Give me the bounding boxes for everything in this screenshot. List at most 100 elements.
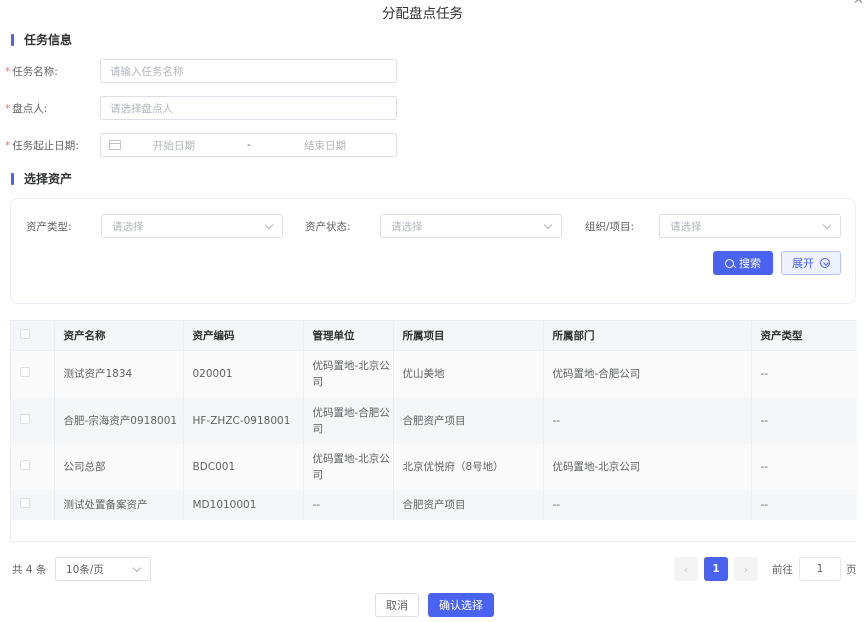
- page-unit-label: 页: [846, 564, 857, 576]
- filter-org-project-select[interactable]: 请选择: [659, 214, 841, 238]
- select-placeholder: 请选择: [112, 220, 144, 233]
- row-checkbox[interactable]: [20, 460, 30, 470]
- checker-label: * 盘点人:: [5, 101, 47, 116]
- chevron-down-icon: [543, 220, 553, 229]
- page-size-value: 10条/页: [66, 563, 104, 576]
- table-cell: 公司总部: [54, 444, 184, 490]
- filter-asset-status-label: 资产状态:: [305, 221, 351, 233]
- date-range-picker[interactable]: 开始日期 - 结束日期: [100, 133, 397, 157]
- row-select-cell[interactable]: [11, 397, 55, 444]
- goto-page-input[interactable]: 1: [799, 557, 841, 581]
- chevron-right-icon: ›: [743, 562, 749, 576]
- table-cell: --: [751, 444, 857, 490]
- table-cell: BDC001: [183, 444, 304, 490]
- table-row[interactable]: 公司总部 BDC001 优码置地-北京公司 北京优悦府（8号地） 优码置地-北京…: [11, 444, 857, 490]
- column-header: 资产名称: [54, 321, 184, 351]
- calendar-icon: [109, 140, 121, 150]
- next-page-button[interactable]: ›: [734, 557, 758, 581]
- chevron-circle-down-icon: [820, 258, 830, 268]
- required-mark: *: [5, 103, 11, 115]
- task-info-section-title: 任务信息: [11, 31, 72, 48]
- table-cell: 测试处置备案资产: [54, 490, 184, 520]
- select-placeholder: 请选择: [391, 220, 423, 233]
- table-cell: 优码置地-北京公司: [303, 444, 394, 490]
- filter-asset-type-label: 资产类型:: [26, 221, 72, 233]
- table-cell: --: [751, 490, 857, 520]
- checker-select[interactable]: 请选择盘点人: [100, 96, 397, 120]
- dialog-title: 分配盘点任务: [382, 6, 463, 22]
- column-header: 管理单位: [303, 321, 394, 351]
- chevron-down-icon: [264, 220, 274, 229]
- prev-page-button[interactable]: ‹: [674, 557, 698, 581]
- date-separator: -: [247, 139, 251, 151]
- table-cell: --: [543, 490, 752, 520]
- table-cell: 合肥-宗海资产0918001: [54, 397, 184, 444]
- table-cell: 优码置地-北京公司: [303, 350, 394, 397]
- table-cell: --: [303, 490, 394, 520]
- goto-page-value: 1: [816, 563, 824, 575]
- task-name-input[interactable]: 请输入任务名称: [100, 59, 397, 83]
- table-cell: --: [751, 350, 857, 397]
- start-date-placeholder[interactable]: 开始日期: [153, 138, 195, 153]
- table-row[interactable]: 测试处置备案资产 MD1010001 -- 合肥资产项目 -- --: [11, 490, 857, 520]
- required-mark: *: [5, 140, 11, 152]
- row-checkbox[interactable]: [20, 366, 30, 377]
- table-cell: --: [543, 397, 752, 444]
- page-number-active[interactable]: 1: [704, 557, 728, 581]
- filter-asset-type-select[interactable]: 请选择: [101, 214, 283, 238]
- task-name-label-text: 任务名称:: [12, 66, 58, 78]
- cancel-button-label: 取消: [386, 599, 408, 612]
- column-header: 所属项目: [393, 321, 544, 351]
- column-header: 资产类型: [751, 321, 857, 351]
- task-info-title-text: 任务信息: [24, 33, 73, 47]
- table-row[interactable]: 测试资产1834 020001 优码置地-北京公司 优山美地 优码置地-合肥公司…: [11, 350, 857, 397]
- row-checkbox[interactable]: [20, 413, 30, 424]
- goto-label: 前往: [772, 564, 793, 576]
- filter-asset-status-select[interactable]: 请选择: [380, 214, 562, 238]
- table-cell: MD1010001: [183, 490, 304, 520]
- checker-label-text: 盘点人:: [12, 103, 48, 115]
- close-icon[interactable]: ✕: [853, 0, 867, 8]
- table-cell: 合肥资产项目: [393, 490, 544, 520]
- table-cell: 优码置地-合肥公司: [303, 397, 394, 444]
- section-accent-bar: [11, 172, 14, 185]
- page-size-select[interactable]: 10条/页: [55, 557, 151, 581]
- table-cell: HF-ZHZC-0918001: [183, 397, 304, 444]
- table-cell: 020001: [183, 350, 304, 397]
- expand-button-label: 展开: [792, 257, 814, 270]
- date-range-label-text: 任务起止日期:: [12, 140, 79, 152]
- pagination-total: 共 4 条: [12, 564, 47, 576]
- row-select-cell[interactable]: [11, 490, 55, 520]
- cancel-button[interactable]: 取消: [375, 593, 419, 617]
- table-cell: 测试资产1834: [54, 350, 184, 397]
- end-date-placeholder[interactable]: 结束日期: [304, 138, 346, 153]
- table-row[interactable]: 合肥-宗海资产0918001 HF-ZHZC-0918001 优码置地-合肥公司…: [11, 397, 857, 444]
- table-cell: 优码置地-合肥公司: [543, 350, 752, 397]
- row-select-cell[interactable]: [11, 444, 55, 490]
- date-range-label: * 任务起止日期:: [5, 138, 79, 153]
- asset-select-section-title: 选择资产: [11, 170, 72, 187]
- column-header: 资产编码: [183, 321, 304, 351]
- search-button[interactable]: 搜索: [713, 251, 773, 275]
- row-select-cell[interactable]: [11, 350, 55, 397]
- task-name-placeholder: 请输入任务名称: [110, 65, 184, 78]
- table-header-row: 资产名称 资产编码 管理单位 所属项目 所属部门 资产类型: [11, 321, 857, 351]
- table-cell: 优码置地-北京公司: [543, 444, 752, 490]
- asset-table: 资产名称 资产编码 管理单位 所属项目 所属部门 资产类型 测试资产1834 0…: [10, 320, 857, 542]
- confirm-button[interactable]: 确认选择: [428, 593, 494, 617]
- asset-select-title-text: 选择资产: [24, 172, 73, 186]
- section-accent-bar: [11, 33, 14, 46]
- expand-button[interactable]: 展开: [781, 251, 841, 275]
- table-cell: 合肥资产项目: [393, 397, 544, 444]
- table-cell: --: [751, 397, 857, 444]
- column-header: 所属部门: [543, 321, 752, 351]
- row-checkbox[interactable]: [20, 498, 30, 508]
- select-all-checkbox[interactable]: [20, 328, 30, 339]
- select-placeholder: 请选择: [670, 220, 702, 233]
- select-all-cell[interactable]: [11, 321, 55, 351]
- required-mark: *: [5, 66, 11, 78]
- checker-placeholder: 请选择盘点人: [110, 102, 173, 115]
- chevron-down-icon: [132, 563, 142, 572]
- table-cell: 北京优悦府（8号地）: [393, 444, 544, 490]
- search-button-label: 搜索: [739, 257, 761, 270]
